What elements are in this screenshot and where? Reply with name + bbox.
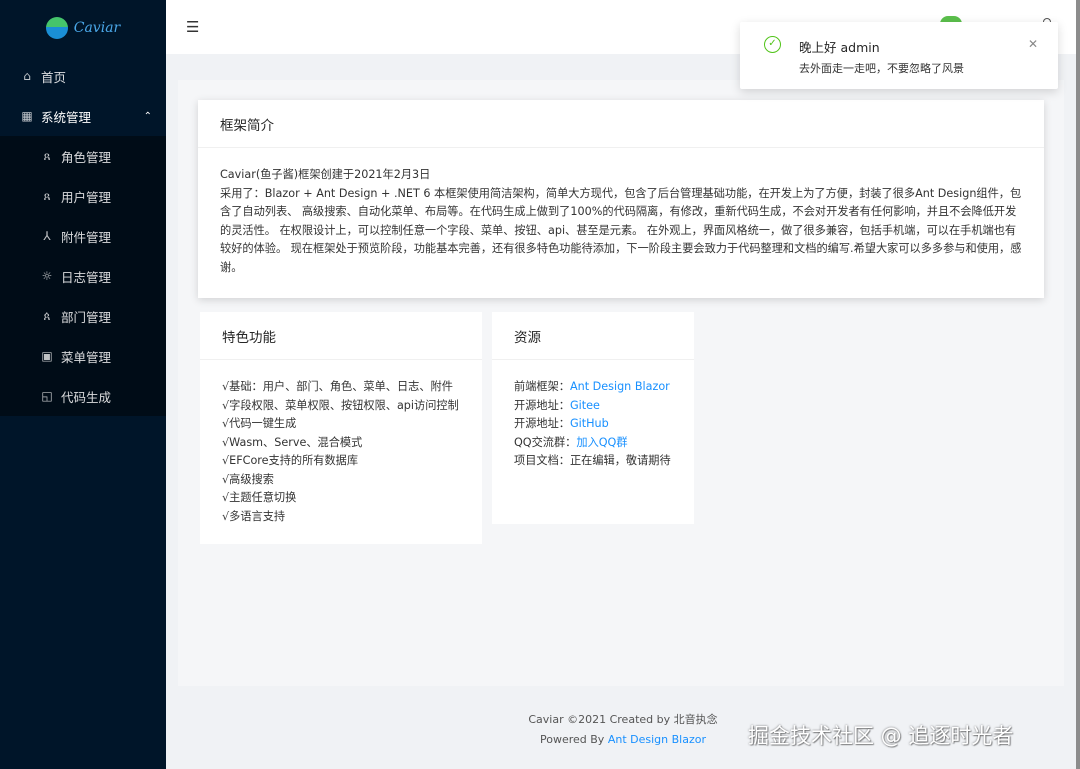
sidebar-item-label: 日志管理 bbox=[61, 269, 112, 285]
logo-mark-icon bbox=[45, 17, 68, 39]
sidebar-item-label: 用户管理 bbox=[61, 189, 112, 205]
sidebar-item-label: 部门管理 bbox=[61, 309, 112, 325]
resource-label: 开源地址： bbox=[514, 398, 570, 412]
sidebar-item-system[interactable]: ▦ 系统管理 ⌃ bbox=[0, 96, 166, 136]
list-item: √高级搜索 bbox=[222, 472, 274, 486]
user-icon: ጸ bbox=[43, 188, 51, 203]
window-edge bbox=[1076, 0, 1080, 769]
powered-link[interactable]: Ant Design Blazor bbox=[608, 733, 706, 746]
qq-group-link[interactable]: 加入QQ群 bbox=[576, 436, 627, 449]
features-card: 特色功能 √基础：用户、部门、角色、菜单、日志、附件 √字段权限、菜单权限、按钮… bbox=[200, 312, 482, 544]
bug-icon: ☼ bbox=[41, 269, 53, 283]
list-item: √EFCore支持的所有数据库 bbox=[222, 454, 359, 467]
check-circle-icon: ✓ bbox=[764, 36, 781, 53]
resource-row: 开源地址：GitHub bbox=[514, 415, 672, 434]
sidebar-item-home[interactable]: ⌂ 首页 bbox=[0, 56, 166, 96]
notification-description: 去外面走一走吧，不要忽略了风景 bbox=[799, 62, 964, 75]
home-icon: ⌂ bbox=[23, 69, 31, 83]
resource-label: 项目文档： bbox=[514, 454, 570, 467]
list-item: √字段权限、菜单权限、按钮权限、api访问控制 bbox=[222, 398, 459, 412]
resource-row: 项目文档：正在编辑，敬请期待 bbox=[514, 452, 672, 471]
resource-label: 开源地址： bbox=[514, 417, 570, 430]
sidebar-item-label: 菜单管理 bbox=[61, 349, 112, 365]
github-link[interactable]: GitHub bbox=[570, 417, 609, 430]
logo-text: Caviar bbox=[73, 20, 121, 36]
list-item: √Wasm、Serve、混合模式 bbox=[222, 435, 363, 449]
user-icon: ጸ bbox=[43, 148, 51, 163]
sidebar-item-codegen[interactable]: ◱ 代码生成 bbox=[0, 376, 166, 416]
resource-row: 开源地址：Gitee bbox=[514, 397, 672, 416]
resource-row: 前端框架：Ant Design Blazor bbox=[514, 378, 672, 397]
resources-list: 前端框架：Ant Design Blazor 开源地址：Gitee 开源地址：G… bbox=[492, 360, 694, 489]
sidebar-item-label: 代码生成 bbox=[61, 389, 112, 405]
list-item: √代码一键生成 bbox=[222, 417, 297, 430]
intro-title: 框架简介 bbox=[198, 100, 1044, 148]
notification-title: 晚上好 admin bbox=[799, 40, 880, 55]
code-icon: ◱ bbox=[41, 389, 53, 403]
sidebar-item-label: 角色管理 bbox=[61, 149, 112, 165]
watermark: 掘金技术社区 @ 追逐时光者 bbox=[748, 724, 1014, 748]
resources-title: 资源 bbox=[492, 312, 694, 360]
resource-label: 前端框架： bbox=[514, 380, 570, 393]
content-area: 框架简介 Caviar(鱼子酱)框架创建于2021年2月3日 采用了：Blazo… bbox=[178, 80, 1064, 686]
list-item: √多语言支持 bbox=[222, 509, 286, 523]
cluster-icon: ⅄ bbox=[43, 229, 51, 243]
gitee-link[interactable]: Gitee bbox=[570, 399, 600, 412]
sidebar-item-departments[interactable]: ጰ 部门管理 bbox=[0, 296, 166, 336]
sidebar-item-menus[interactable]: ▣ 菜单管理 bbox=[0, 336, 166, 376]
notification: ✓ 晚上好 admin 去外面走一走吧，不要忽略了风景 ✕ bbox=[740, 22, 1058, 89]
appstore-icon: ▦ bbox=[21, 109, 33, 123]
intro-line: Caviar(鱼子酱)框架创建于2021年2月3日 bbox=[220, 168, 431, 181]
intro-body: Caviar(鱼子酱)框架创建于2021年2月3日 采用了：Blazor + A… bbox=[198, 148, 1044, 295]
sidebar-item-label: 附件管理 bbox=[61, 229, 112, 245]
resource-label: QQ交流群： bbox=[514, 435, 577, 449]
list-item: √主题任意切换 bbox=[222, 491, 297, 504]
features-title: 特色功能 bbox=[200, 312, 482, 360]
resource-row: QQ交流群：加入QQ群 bbox=[514, 434, 672, 453]
list-item: √基础：用户、部门、角色、菜单、日志、附件 bbox=[222, 380, 453, 393]
sidebar-item-users[interactable]: ጸ 用户管理 bbox=[0, 176, 166, 216]
sidebar-item-attachments[interactable]: ⅄ 附件管理 bbox=[0, 216, 166, 256]
main-area: ☰ 框架简介 Caviar(鱼子酱)框架创建于2021年2月3日 采用了：Bla… bbox=[166, 0, 1080, 769]
chevron-up-icon: ⌃ bbox=[143, 110, 152, 122]
resource-value: 正在编辑，敬请期待 bbox=[569, 454, 671, 467]
powered-prefix: Powered By bbox=[540, 733, 608, 746]
sidebar: Caviar ⌂ 首页 ▦ 系统管理 ⌃ ጸ 角色管理 ጸ 用户管理 ⅄ 附件管… bbox=[0, 0, 166, 769]
intro-card: 框架简介 Caviar(鱼子酱)框架创建于2021年2月3日 采用了：Blazo… bbox=[198, 100, 1044, 298]
sidebar-item-logs[interactable]: ☼ 日志管理 bbox=[0, 256, 166, 296]
team-icon: ጰ bbox=[43, 308, 51, 323]
menu-icon: ▣ bbox=[41, 349, 53, 363]
sidebar-item-label: 系统管理 bbox=[41, 109, 92, 125]
intro-paragraph: 采用了：Blazor + Ant Design + .NET 6 本框架使用简洁… bbox=[220, 186, 1022, 274]
sidebar-item-roles[interactable]: ጸ 角色管理 bbox=[0, 136, 166, 176]
menu-fold-icon[interactable]: ☰ bbox=[186, 18, 199, 36]
resources-card: 资源 前端框架：Ant Design Blazor 开源地址：Gitee 开源地… bbox=[492, 312, 694, 524]
sidebar-item-label: 首页 bbox=[41, 69, 67, 85]
submenu: ጸ 角色管理 ጸ 用户管理 ⅄ 附件管理 ☼ 日志管理 ጰ 部门管理 ▣ 菜单管… bbox=[0, 136, 166, 416]
ant-design-blazor-link[interactable]: Ant Design Blazor bbox=[570, 380, 670, 393]
features-list: √基础：用户、部门、角色、菜单、日志、附件 √字段权限、菜单权限、按钮权限、ap… bbox=[200, 360, 482, 544]
logo[interactable]: Caviar bbox=[0, 0, 166, 56]
close-icon[interactable]: ✕ bbox=[1028, 37, 1038, 51]
